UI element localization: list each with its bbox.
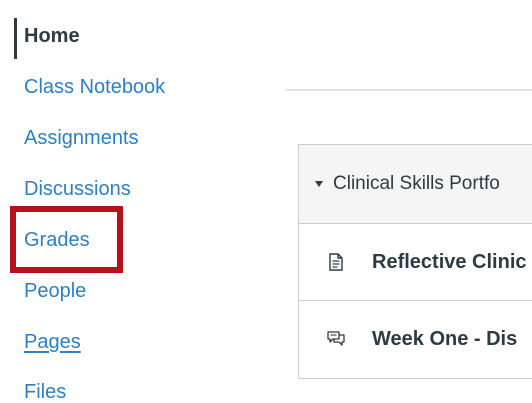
module-header[interactable]: Clinical Skills Portfo [299, 145, 532, 224]
module-item-title[interactable]: Reflective Clinic [372, 251, 527, 274]
nav-item-pages[interactable]: Pages [24, 330, 81, 354]
nav-item-people[interactable]: People [24, 279, 86, 303]
module-item-title[interactable]: Week One - Dis [372, 328, 517, 351]
modules-panel: Clinical Skills Portfo Reflective Clinic [298, 144, 532, 379]
course-navigation: Home Class Notebook Assignments Discussi… [0, 0, 260, 403]
document-icon [327, 253, 345, 271]
header-divider [286, 89, 532, 91]
module-title[interactable]: Clinical Skills Portfo [333, 173, 500, 195]
course-page: Home Class Notebook Assignments Discussi… [0, 0, 532, 403]
discussion-icon [327, 331, 345, 349]
caret-down-icon[interactable] [315, 181, 323, 187]
module-item[interactable]: Reflective Clinic [299, 224, 532, 301]
nav-item-discussions[interactable]: Discussions [24, 177, 131, 201]
nav-item-home[interactable]: Home [24, 24, 80, 48]
nav-item-files[interactable]: Files [24, 380, 66, 403]
nav-item-grades[interactable]: Grades [24, 228, 90, 252]
nav-item-class-notebook[interactable]: Class Notebook [24, 75, 165, 99]
active-indicator [14, 18, 17, 59]
module-item[interactable]: Week One - Dis [299, 301, 532, 378]
nav-item-assignments[interactable]: Assignments [24, 126, 139, 150]
